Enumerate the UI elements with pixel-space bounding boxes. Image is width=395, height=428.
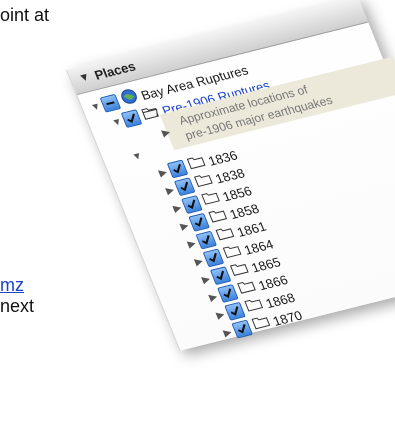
year-label: 1870: [270, 307, 305, 329]
places-panel: ▼ Places ▼ Bay Area Ruptures ▼ Pre-1906 …: [66, 0, 395, 351]
background-text-line-1: oint at: [0, 5, 50, 25]
places-disclosure-icon[interactable]: ▼: [77, 71, 92, 85]
folder-icon: [250, 314, 272, 335]
background-text-line-3: next: [0, 296, 35, 316]
background-link-kmz[interactable]: mz: [0, 275, 24, 296]
expand-arrow-icon[interactable]: ▼: [129, 150, 147, 164]
places-header-label: Places: [92, 58, 138, 83]
